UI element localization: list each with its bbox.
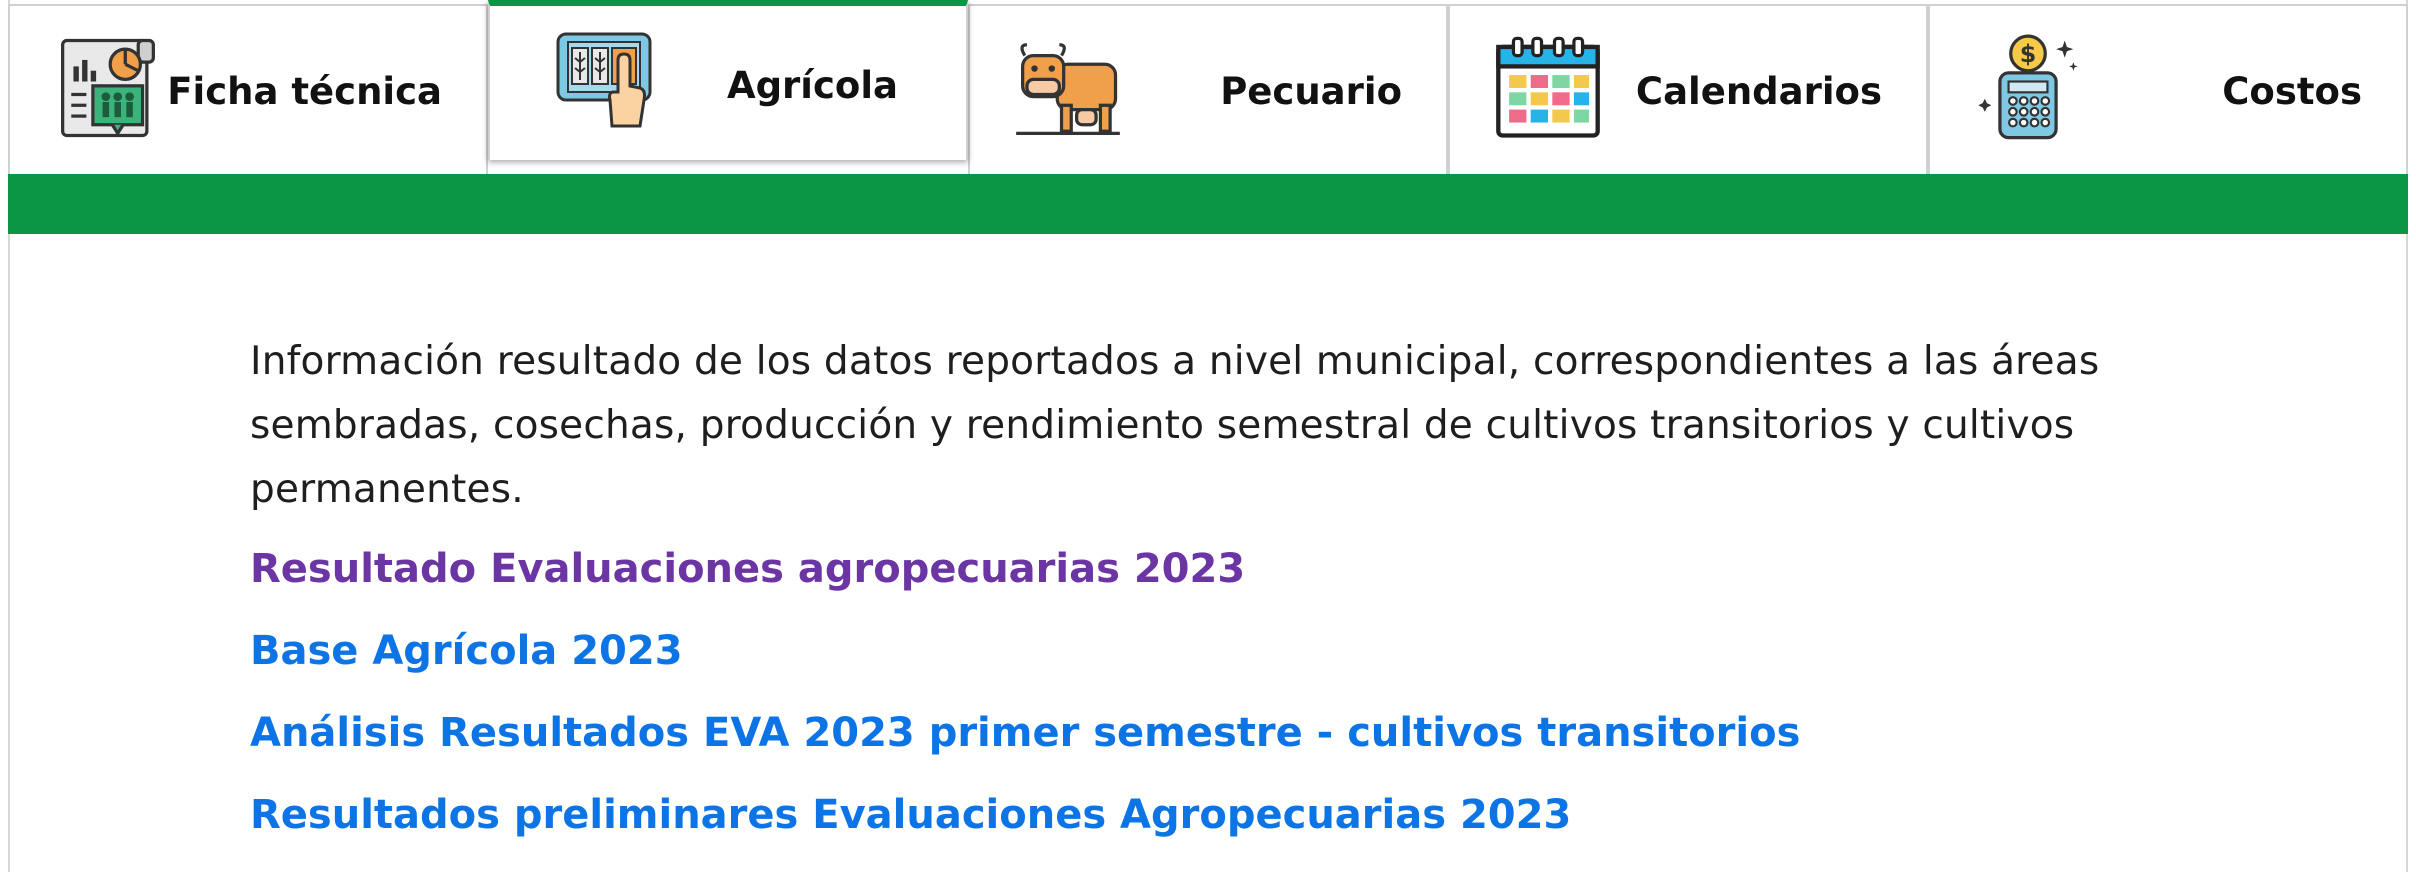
tab-label: Costos [2222, 70, 2362, 113]
tab-label: Ficha técnica [167, 70, 442, 113]
calculator-dollar-icon: $ [1978, 34, 2078, 140]
tab-pecuario[interactable]: Pecuario [968, 4, 1448, 174]
link-analisis-resultados-eva[interactable]: Análisis Resultados EVA 2023 primer seme… [250, 710, 2200, 756]
tab-ficha-tecnica[interactable]: Ficha técnica [8, 4, 488, 174]
report-chart-icon [61, 38, 155, 138]
link-base-agricola[interactable]: Base Agrícola 2023 [250, 628, 2200, 674]
content-panel: Información resultado de los datos repor… [250, 330, 2200, 838]
link-resultados-preliminares[interactable]: Resultados preliminares Evaluaciones Agr… [250, 792, 2200, 838]
tab-label: Agrícola [726, 64, 898, 107]
tablet-crops-hand-icon [556, 32, 652, 128]
tab-calendarios[interactable]: Calendarios [1448, 4, 1928, 174]
svg-text:$: $ [2020, 40, 2037, 68]
tab-label: Pecuario [1220, 70, 1402, 113]
section-description: Información resultado de los datos repor… [250, 339, 2100, 512]
link-resultado-evaluaciones[interactable]: Resultado Evaluaciones agropecuarias 202… [250, 546, 2200, 592]
tab-label: Calendarios [1635, 70, 1882, 113]
section-header-bar [8, 174, 2408, 234]
cow-icon [1016, 43, 1120, 135]
tab-costos[interactable]: $ Costos [1928, 4, 2408, 174]
tab-agricola[interactable]: Agrícola [488, 0, 968, 160]
section-tabs: Ficha técnica Agrícola Pecuario Calendar… [8, 0, 2408, 174]
calendar-icon [1496, 36, 1600, 138]
